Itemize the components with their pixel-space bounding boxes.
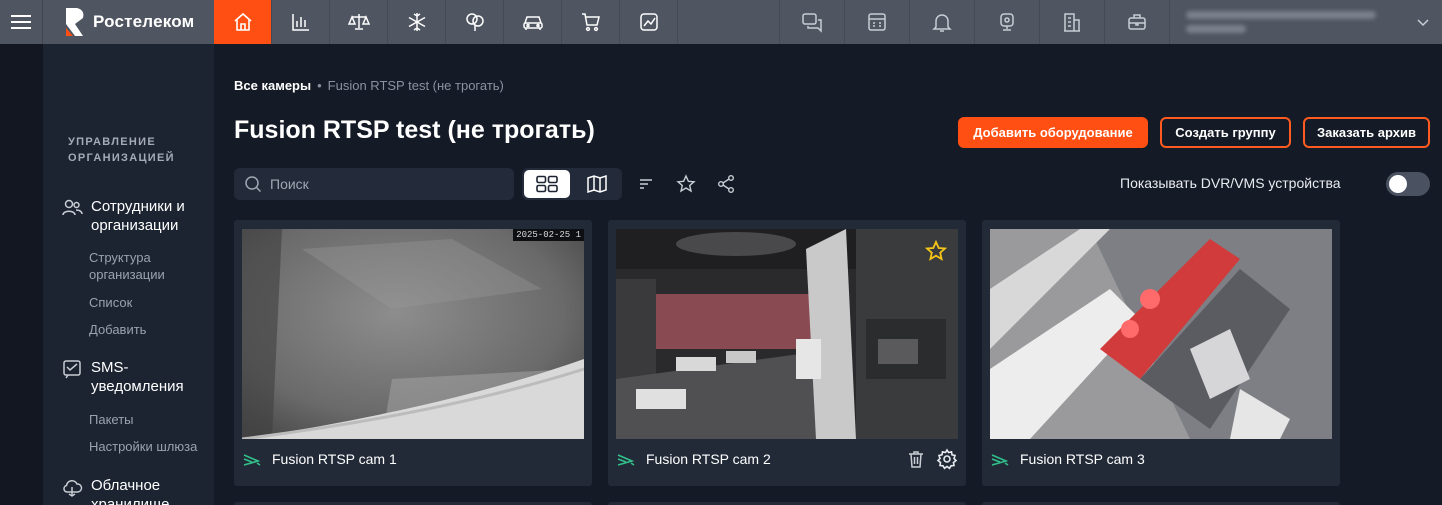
- camera-name[interactable]: Fusion RTSP cam 3: [1020, 451, 1332, 467]
- chevron-down-icon: [1417, 19, 1429, 27]
- sidebar-section-employees[interactable]: Сотрудники и организации: [61, 197, 203, 235]
- share-icon: [718, 175, 734, 193]
- webcam-icon: [1000, 13, 1014, 31]
- add-equipment-button[interactable]: Добавить оборудование: [958, 117, 1148, 148]
- signal-icon: [991, 454, 1009, 466]
- user-info-redacted: [1186, 11, 1376, 33]
- camera-preview[interactable]: 2025-02-25 1: [242, 229, 584, 439]
- show-dvr-label: Показывать DVR/VMS устройства: [1120, 175, 1341, 191]
- search-box[interactable]: [234, 168, 514, 200]
- camera-frame-image: [990, 229, 1332, 439]
- nav-analytics[interactable]: [620, 0, 678, 44]
- sidebar-item-structure[interactable]: Структура организации: [89, 249, 199, 283]
- camera-name[interactable]: Fusion RTSP cam 1: [272, 451, 584, 467]
- car-icon: [522, 16, 543, 30]
- nav-tree[interactable]: [446, 0, 504, 44]
- share-button[interactable]: [715, 173, 737, 195]
- sidebar-heading: УПРАВЛЕНИЕ ОРГАНИЗАЦИЕЙ: [68, 136, 175, 164]
- gear-icon[interactable]: [936, 448, 958, 470]
- briefcase-icon: [1128, 14, 1146, 30]
- main-content: Все камеры • Fusion RTSP test (не трогат…: [214, 44, 1442, 505]
- create-group-button[interactable]: Создать группу: [1160, 117, 1291, 148]
- camera-timestamp: 2025-02-25 1: [513, 229, 584, 241]
- tree-icon: [465, 13, 484, 31]
- snowflake-icon: [408, 13, 425, 31]
- camera-frame-image: [242, 229, 584, 439]
- breadcrumb-root-link[interactable]: Все камеры: [234, 78, 311, 93]
- home-icon: [233, 12, 252, 31]
- sort-button[interactable]: [635, 173, 657, 195]
- grid-icon: [536, 175, 558, 193]
- nav-home[interactable]: [214, 0, 272, 44]
- signal-icon: [243, 454, 261, 466]
- video-button[interactable]: [974, 0, 1039, 44]
- sms-icon: [63, 360, 81, 379]
- sidebar-section-title: SMS-уведомления: [91, 359, 184, 395]
- sidebar-item-list[interactable]: Список: [89, 294, 132, 311]
- sidebar-section-title: Сотрудники и организации: [91, 198, 185, 234]
- grid-view-button[interactable]: [524, 170, 570, 198]
- camera-preview[interactable]: [990, 229, 1332, 439]
- messages-button[interactable]: [779, 0, 844, 44]
- calculator-icon: [868, 13, 886, 31]
- top-bar: Ростелеком: [0, 0, 1442, 44]
- cloud-icon: [63, 479, 83, 497]
- breadcrumb-current: Fusion RTSP test (не трогать): [327, 78, 504, 93]
- brand-name: Ростелеком: [93, 12, 195, 31]
- nav-cart[interactable]: [562, 0, 620, 44]
- nav-snowflake[interactable]: [388, 0, 446, 44]
- sidebar-item-add[interactable]: Добавить: [89, 321, 146, 338]
- sidebar-item-packages[interactable]: Пакеты: [89, 411, 134, 428]
- sidebar: УПРАВЛЕНИЕ ОРГАНИЗАЦИЕЙ Сотрудники и орг…: [43, 44, 214, 505]
- camera-name[interactable]: Fusion RTSP cam 2: [646, 451, 896, 467]
- page-title: Fusion RTSP test (не трогать): [234, 116, 595, 144]
- search-input[interactable]: [270, 176, 490, 192]
- breadcrumb: Все камеры • Fusion RTSP test (не трогат…: [234, 78, 504, 93]
- billing-button[interactable]: [844, 0, 909, 44]
- sidebar-item-gateway-settings[interactable]: Настройки шлюза: [89, 438, 197, 455]
- bell-icon: [932, 14, 952, 32]
- rostelecom-logo-icon: [66, 8, 84, 36]
- star-outline-icon: [676, 174, 696, 193]
- analytics-icon: [639, 13, 658, 31]
- map-view-button[interactable]: [574, 170, 620, 198]
- notifications-button[interactable]: [909, 0, 974, 44]
- show-dvr-toggle[interactable]: [1386, 172, 1430, 196]
- signal-icon: [617, 454, 635, 466]
- favorites-filter-button[interactable]: [675, 173, 697, 195]
- people-icon: [62, 199, 83, 216]
- sidebar-section-sms[interactable]: SMS-уведомления: [61, 358, 203, 396]
- camera-frame-image: [616, 229, 958, 439]
- view-mode-toggle: [522, 168, 622, 200]
- camera-card[interactable]: Fusion RTSP cam 2: [608, 220, 966, 486]
- nav-scales[interactable]: [330, 0, 388, 44]
- nav-chart[interactable]: [272, 0, 330, 44]
- favorite-star-icon[interactable]: [924, 239, 948, 263]
- order-archive-button[interactable]: Заказать архив: [1303, 117, 1430, 148]
- organization-button[interactable]: [1039, 0, 1104, 44]
- nav-car[interactable]: [504, 0, 562, 44]
- search-icon: [245, 176, 262, 193]
- sidebar-section-title: Облачное хранилище: [91, 477, 170, 505]
- camera-preview[interactable]: [616, 229, 958, 439]
- camera-card[interactable]: Fusion RTSP cam 3: [982, 220, 1340, 486]
- trash-icon[interactable]: [906, 449, 926, 469]
- chat-icon: [802, 13, 822, 33]
- sort-icon: [640, 179, 652, 189]
- scales-icon: [347, 14, 370, 30]
- user-menu[interactable]: [1169, 0, 1442, 44]
- breadcrumb-separator: •: [317, 78, 322, 93]
- chart-icon: [291, 14, 309, 31]
- map-icon: [587, 174, 607, 194]
- business-button[interactable]: [1104, 0, 1169, 44]
- left-rail: [0, 44, 43, 505]
- toggle-knob: [1389, 175, 1407, 193]
- camera-card[interactable]: 2025-02-25 1 Fusion RTSP cam 1: [234, 220, 592, 486]
- brand-logo[interactable]: Ростелеком: [43, 0, 214, 44]
- sidebar-section-cloud[interactable]: Облачное хранилище: [61, 476, 203, 505]
- building-icon: [1064, 13, 1080, 32]
- cart-icon: [581, 13, 600, 32]
- menu-icon[interactable]: [0, 0, 43, 44]
